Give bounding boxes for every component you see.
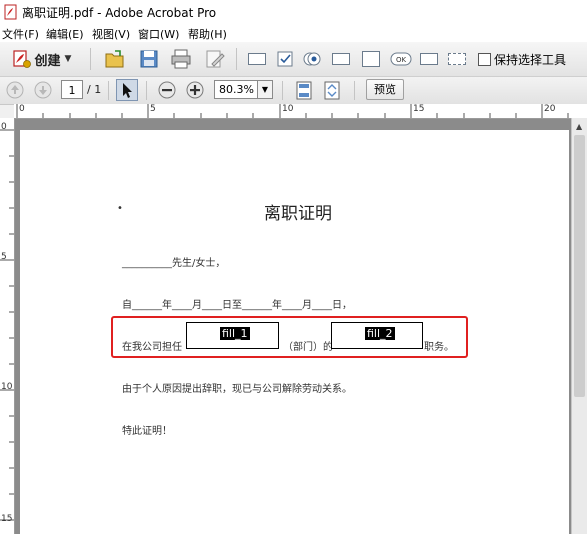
scrollbar-thumb[interactable] xyxy=(574,135,585,397)
text-field-tool-icon[interactable] xyxy=(248,53,266,65)
page-number-input[interactable]: 1 xyxy=(61,80,83,99)
document-line-certify: 特此证明！ xyxy=(122,426,172,437)
full-screen-icon[interactable] xyxy=(323,81,341,100)
zoom-level-input[interactable]: 80.3% xyxy=(214,80,258,99)
ruler-label: 15 xyxy=(413,104,425,114)
bullet-mark: • xyxy=(117,203,123,214)
ruler-label: 10 xyxy=(282,104,294,114)
ruler-label: 0 xyxy=(19,104,25,114)
ruler-label: 15 xyxy=(1,514,13,524)
toolbar-divider xyxy=(108,81,109,100)
preview-button[interactable]: 预览 xyxy=(366,79,404,100)
toolbar-divider xyxy=(90,48,91,70)
zoom-out-icon[interactable] xyxy=(158,81,176,99)
document-title: 离职证明 xyxy=(264,204,332,224)
ruler-ticks xyxy=(0,129,14,521)
menu-window[interactable]: 窗口(W) xyxy=(138,26,179,42)
pdf-file-icon xyxy=(4,4,17,20)
document-line-dates: 自______年____月____日至______年____月____日， xyxy=(122,300,352,311)
ruler-label: 20 xyxy=(544,104,556,114)
navigation-toolbar: 1 / 1 80.3% ▼ 预览 xyxy=(0,77,587,105)
ruler-label: 10 xyxy=(1,382,13,392)
zoom-in-icon[interactable] xyxy=(186,81,204,99)
window-title: 离职证明.pdf - Adobe Acrobat Pro xyxy=(22,6,217,20)
toolbar-divider xyxy=(354,81,355,100)
create-button[interactable]: 创建 ▼ xyxy=(4,46,80,72)
checkbox-tool-icon[interactable] xyxy=(276,50,294,68)
button-tool-icon[interactable]: OK xyxy=(390,52,412,66)
toolbar-divider xyxy=(236,48,237,70)
previous-page-icon[interactable] xyxy=(6,81,24,99)
menu-view[interactable]: 视图(V) xyxy=(92,26,130,42)
keep-tool-label: 保持选择工具 xyxy=(494,53,567,67)
menu-help[interactable]: 帮助(H) xyxy=(188,26,227,42)
vertical-ruler: 0 5 10 15 xyxy=(0,118,15,534)
document-line-salutation: __________先生/女士， xyxy=(122,258,226,269)
zoom-dropdown-chevron-icon[interactable]: ▼ xyxy=(257,80,273,99)
fit-page-icon[interactable] xyxy=(295,81,313,100)
vertical-scrollbar[interactable]: ▲ xyxy=(571,118,587,534)
ruler-label: 5 xyxy=(1,252,7,262)
chevron-down-icon: ▼ xyxy=(64,54,72,64)
horizontal-ruler: 0 5 10 15 20 xyxy=(14,104,587,119)
scroll-up-icon[interactable]: ▲ xyxy=(576,122,582,131)
document-line-resignation: 由于个人原因提出辞职，现已与公司解除劳动关系。 xyxy=(122,384,352,395)
ruler-label: 5 xyxy=(150,104,156,114)
create-label: 创建 xyxy=(34,53,61,69)
ruler-label: 0 xyxy=(1,122,7,132)
barcode-tool-icon[interactable] xyxy=(448,53,466,65)
open-folder-icon[interactable] xyxy=(104,48,126,70)
menu-file[interactable]: 文件(F) xyxy=(2,26,39,42)
svg-text:OK: OK xyxy=(396,56,407,64)
dropdown-tool-icon[interactable] xyxy=(362,51,380,67)
menu-bar: 文件(F) 编辑(E) 视图(V) 窗口(W) 帮助(H) xyxy=(0,24,587,42)
page-count: / 1 xyxy=(87,83,102,96)
select-tool-icon[interactable] xyxy=(116,79,138,101)
main-toolbar: 创建 ▼ OK 保持选择工具 xyxy=(0,42,587,77)
create-pdf-icon xyxy=(12,50,31,68)
print-icon[interactable] xyxy=(170,48,192,70)
radio-button-tool-icon[interactable] xyxy=(302,49,322,69)
edit-document-icon[interactable] xyxy=(204,48,226,70)
toolbar-divider xyxy=(146,81,147,100)
keep-tool-checkbox[interactable] xyxy=(478,53,491,66)
save-icon[interactable] xyxy=(138,48,160,70)
menu-edit[interactable]: 编辑(E) xyxy=(46,26,84,42)
next-page-icon[interactable] xyxy=(34,81,52,99)
highlight-annotation xyxy=(111,316,468,358)
keep-tool-selected-option[interactable]: 保持选择工具 xyxy=(478,51,566,68)
toolbar-divider xyxy=(282,81,283,100)
list-box-tool-icon[interactable] xyxy=(332,53,350,65)
ruler-ticks xyxy=(16,104,569,118)
digital-signature-tool-icon[interactable] xyxy=(420,53,438,65)
title-bar: 离职证明.pdf - Adobe Acrobat Pro xyxy=(0,0,587,24)
